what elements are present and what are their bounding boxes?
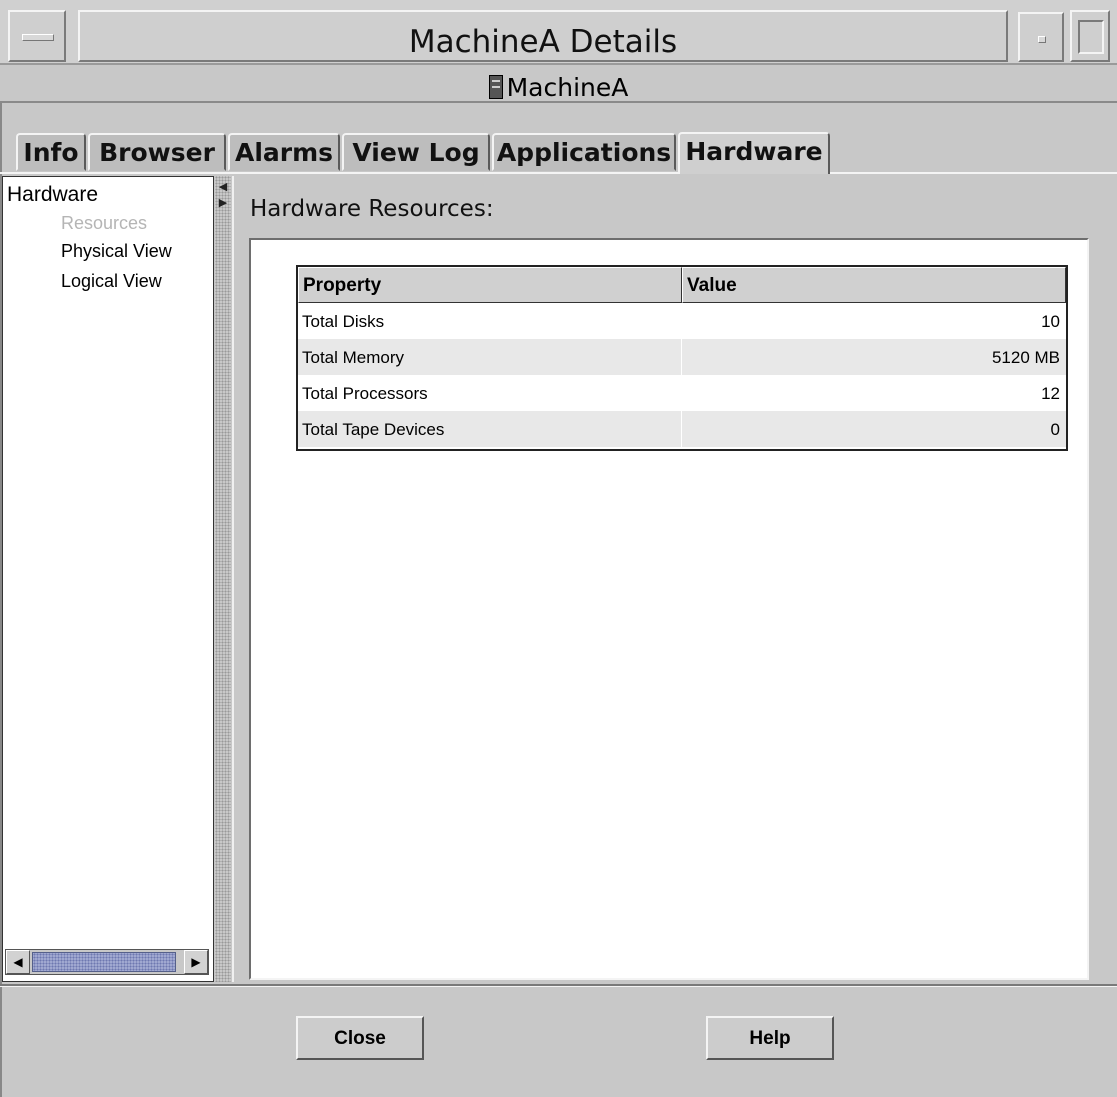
- table-row[interactable]: Total Tape Devices 0: [298, 411, 1066, 447]
- cell-property: Total Processors: [298, 375, 682, 411]
- machine-header: MachineA: [0, 63, 1117, 103]
- column-header-property[interactable]: Property: [298, 267, 682, 303]
- nav-item-resources[interactable]: Resources: [61, 213, 147, 234]
- scroll-left-icon[interactable]: ◀: [6, 950, 30, 974]
- help-button[interactable]: Help: [706, 1016, 834, 1060]
- machine-label: MachineA: [0, 73, 1117, 102]
- table-row[interactable]: Total Processors 12: [298, 375, 1066, 411]
- cell-property: Total Memory: [298, 339, 682, 375]
- nav-item-hardware[interactable]: Hardware: [7, 183, 98, 207]
- collapse-left-icon[interactable]: ◀: [218, 180, 228, 193]
- expand-right-icon[interactable]: ▶: [218, 196, 228, 209]
- tab-applications[interactable]: Applications: [492, 133, 676, 171]
- maximize-button[interactable]: [1070, 10, 1110, 62]
- title-area[interactable]: MachineA Details: [78, 10, 1008, 62]
- tab-browser[interactable]: Browser: [88, 133, 226, 171]
- nav-item-logical-view[interactable]: Logical View: [61, 271, 162, 292]
- tab-hardware[interactable]: Hardware: [678, 132, 830, 174]
- table-row[interactable]: Total Memory 5120 MB: [298, 339, 1066, 375]
- machine-name: MachineA: [506, 73, 629, 102]
- tab-info[interactable]: Info: [16, 133, 86, 171]
- server-icon: [488, 75, 503, 99]
- button-bar-separator: [0, 984, 1117, 987]
- cell-value: 0: [1050, 420, 1060, 439]
- window-menu-button[interactable]: [8, 10, 66, 62]
- split-pane-divider[interactable]: [215, 176, 231, 982]
- scroll-right-icon[interactable]: ▶: [184, 950, 208, 974]
- table-row[interactable]: Total Disks 10: [298, 303, 1066, 339]
- maximize-icon: [1078, 20, 1104, 54]
- close-button[interactable]: Close: [296, 1016, 424, 1060]
- minimize-icon: [1038, 36, 1046, 43]
- scroll-thumb[interactable]: [32, 952, 176, 972]
- window-menu-icon: [22, 34, 54, 41]
- cell-property: Total Disks: [298, 303, 682, 339]
- cell-value: 12: [1041, 384, 1060, 403]
- cell-value: 5120 MB: [991, 348, 1060, 367]
- cell-property: Total Tape Devices: [298, 411, 682, 447]
- column-header-value[interactable]: Value: [682, 267, 1066, 303]
- nav-item-physical-view[interactable]: Physical View: [61, 241, 172, 262]
- window-title: MachineA Details: [408, 24, 678, 60]
- tab-alarms[interactable]: Alarms: [228, 133, 340, 171]
- tab-strip-edge: [0, 172, 1117, 174]
- section-title: Hardware Resources:: [250, 196, 494, 222]
- nav-tree[interactable]: Hardware Resources Physical View Logical…: [2, 176, 214, 982]
- minimize-button[interactable]: [1018, 12, 1064, 62]
- cell-value: 10: [1041, 312, 1060, 331]
- tab-view-log[interactable]: View Log: [342, 133, 490, 171]
- hardware-resources-table: Property Value Total Disks 10 Total Memo…: [296, 265, 1068, 451]
- nav-horizontal-scrollbar[interactable]: ◀ ▶: [5, 949, 209, 975]
